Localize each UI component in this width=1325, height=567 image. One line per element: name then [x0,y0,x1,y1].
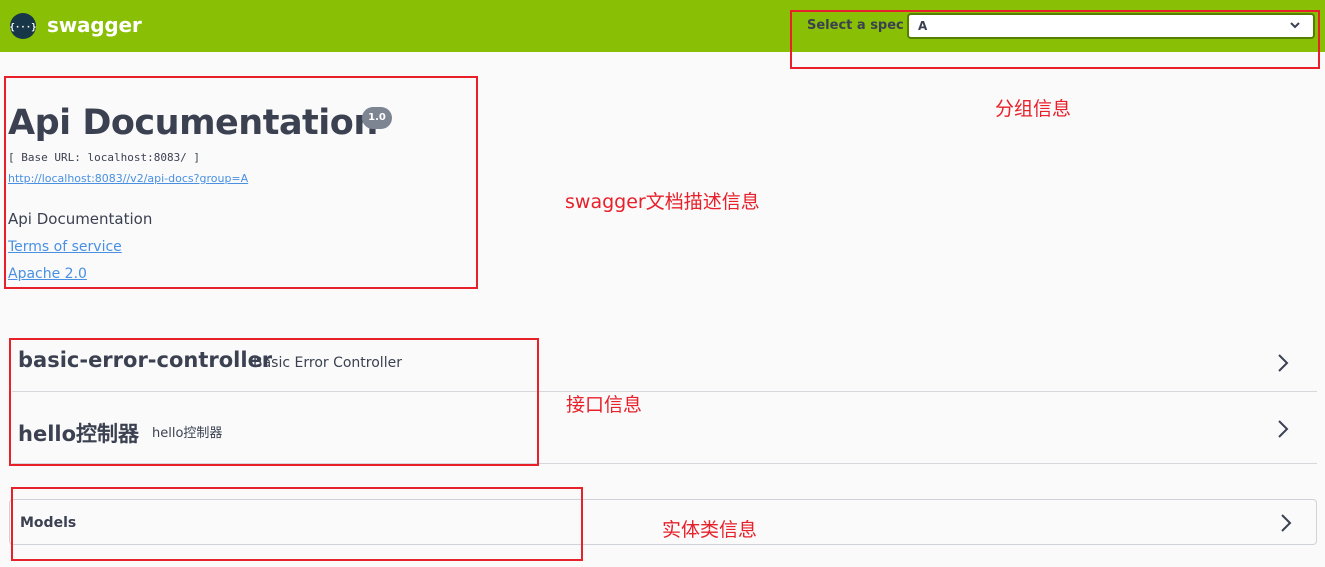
logo-symbol: {···} [10,23,36,33]
annotation-box-doc [4,76,478,289]
annotation-group-info: 分组信息 [995,98,1072,120]
chevron-right-icon [1278,354,1289,372]
annotation-api-info: 接口信息 [566,394,643,416]
chevron-right-icon [1278,420,1289,438]
logo-text[interactable]: swagger [47,13,142,37]
annotation-doc-info: swagger文档描述信息 [565,191,760,213]
annotation-entity-info: 实体类信息 [662,519,758,541]
annotation-box-api [9,338,539,466]
chevron-right-icon [1281,514,1292,532]
swagger-logo-icon[interactable]: {···} [10,13,36,39]
annotation-box-group [790,10,1320,69]
annotation-box-models [11,487,583,561]
